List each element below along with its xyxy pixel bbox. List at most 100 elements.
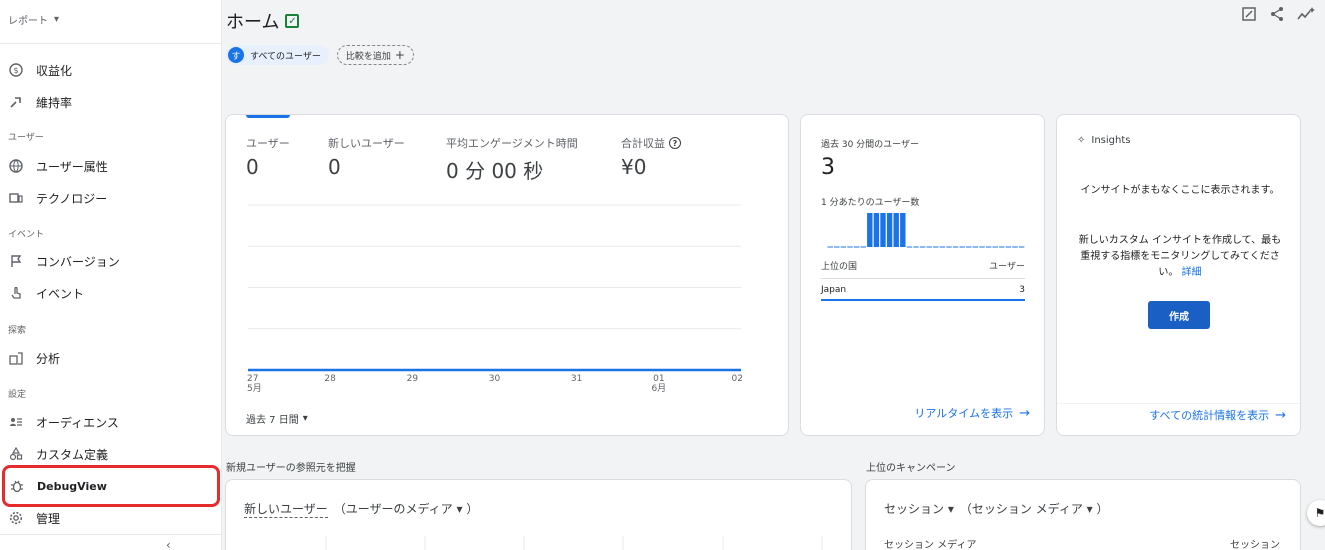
analysis-icon <box>8 350 24 366</box>
sidebar-item-label: 管理 <box>36 511 61 526</box>
insights-help-text: 新しいカスタム インサイトを作成して、最も重視する指標をモニタリングしてみてくだ… <box>1075 233 1285 281</box>
metric-dropdown[interactable]: セッション ▾ <box>884 500 954 517</box>
tab-indicator <box>246 115 290 118</box>
insights-sparkle-icon[interactable] <box>1297 6 1315 26</box>
sidebar-item-label: 収益化 <box>36 63 73 78</box>
metric-label: 平均エンゲージメント時間 <box>446 137 578 150</box>
section-title: 上位のキャンペーン <box>866 463 956 474</box>
sidebar-item-label: イベント <box>36 286 85 301</box>
sidebar-divider <box>0 534 221 535</box>
touch-icon <box>8 285 24 301</box>
arrow-right-icon: → <box>1275 407 1286 423</box>
page-title: ホーム ✓ <box>226 8 300 34</box>
sidebar-item-label: DebugView <box>37 479 107 493</box>
view-all-insights-link[interactable]: すべての統計情報を表示 → <box>1149 407 1286 423</box>
svg-text:$: $ <box>13 66 18 75</box>
sidebar-item-monetization[interactable]: $ 収益化 <box>6 56 216 84</box>
col-country: 上位の国 <box>821 262 858 272</box>
devices-icon <box>8 190 24 206</box>
feedback-icon[interactable]: ⚑ <box>1307 500 1325 526</box>
realtime-label: 過去 30 分間のユーザー <box>821 140 919 150</box>
sidebar-item-debugview[interactable]: DebugView <box>2 465 220 507</box>
metric-engagement-time[interactable]: 平均エンゲージメント時間 0 分 00 秒 <box>446 135 578 184</box>
sidebar-item-tech[interactable]: テクノロジー <box>6 184 216 212</box>
sidebar-item-label: コンバージョン <box>36 254 120 269</box>
edit-report-icon[interactable] <box>1241 6 1257 26</box>
metric-users[interactable]: ユーザー 0 <box>246 135 290 179</box>
share-icon[interactable] <box>1269 6 1285 26</box>
sidebar-item-custom-definitions[interactable]: カスタム定義 <box>6 440 216 468</box>
x-tick-label: 30 <box>488 374 501 384</box>
users-cell: 3 <box>1019 285 1025 295</box>
minute-bar <box>886 213 893 247</box>
date-range-dropdown[interactable]: 過去 7 日間 ▾ <box>246 411 308 426</box>
link-label: リアルタイムを表示 <box>914 407 1014 420</box>
sidebar-item-label: 維持率 <box>36 95 73 110</box>
metric-label: 合計収益 ? <box>621 135 681 151</box>
x-tick-label: 29 <box>406 374 419 384</box>
sidebar-item-events[interactable]: イベント <box>6 279 216 307</box>
section-event: イベント <box>8 230 45 240</box>
chip-label: すべてのユーザー <box>250 51 321 62</box>
sidebar-item-audiences[interactable]: オーディエンス <box>6 408 216 436</box>
dimension-selector[interactable]: 新しいユーザー （ユーザーのメディア ▾ ） <box>244 500 478 518</box>
header-actions <box>1241 6 1315 26</box>
sidebar-item-retention[interactable]: 維持率 <box>6 88 216 116</box>
sidebar-item-demographics[interactable]: ユーザー属性 <box>6 152 216 180</box>
metric-dropdown[interactable]: 新しいユーザー <box>244 500 328 518</box>
metric-revenue[interactable]: 合計収益 ? ¥0 <box>621 135 681 179</box>
new-user-source-card: 新しいユーザー （ユーザーのメディア ▾ ） <box>225 479 852 550</box>
add-comparison-chip[interactable]: 比較を追加 + <box>336 45 414 65</box>
realtime-table-header: 上位の国 ユーザー <box>821 259 1025 279</box>
sidebar-item-label: オーディエンス <box>36 415 119 430</box>
metric-label: ユーザー <box>246 137 290 150</box>
section-user: ユーザー <box>8 133 44 143</box>
sidebar-item-conversions[interactable]: コンバージョン <box>6 247 216 275</box>
metric-label: 新しいユーザー <box>328 137 405 150</box>
plus-icon: + <box>394 48 405 62</box>
sidebar-item-label: ユーザー属性 <box>36 159 108 174</box>
metric-value: 0 分 00 秒 <box>446 159 544 183</box>
collapse-chevron-icon[interactable]: ‹ <box>166 538 171 550</box>
insights-card: ✧ Insights インサイトがまもなくここに表示されます。 新しいカスタム … <box>1056 114 1301 436</box>
dimension-dropdown[interactable]: （セッション メディア ▾ ） <box>960 500 1109 517</box>
metric-value: 0 <box>246 155 259 179</box>
flag-icon <box>8 253 24 269</box>
report-dropdown[interactable]: レポート ▾ <box>8 12 59 27</box>
insights-empty-text: インサイトがまもなくここに表示されます。 <box>1080 185 1280 196</box>
all-users-chip[interactable]: す すべてのユーザー <box>226 45 329 65</box>
arrow-right-icon: → <box>1019 405 1030 421</box>
minute-bar <box>867 213 873 247</box>
metric-value: 0 <box>328 155 341 179</box>
sidebar-divider <box>0 43 221 44</box>
dimension-selector[interactable]: セッション ▾ （セッション メディア ▾ ） <box>884 500 1108 517</box>
report-label: レポート <box>8 16 48 27</box>
table-row: Japan 3 <box>821 285 1025 301</box>
metric-new-users[interactable]: 新しいユーザー 0 <box>328 135 405 179</box>
country-cell: Japan <box>821 285 847 295</box>
col-sessions: セッション <box>1230 540 1280 550</box>
bug-icon <box>9 478 25 494</box>
sidebar-item-admin[interactable]: 管理 <box>6 504 216 532</box>
create-insight-button[interactable]: 作成 <box>1148 301 1210 329</box>
x-tick-label: 01 6月 <box>651 374 667 394</box>
x-tick-label: 02 <box>731 374 743 384</box>
x-tick-label: 28 <box>324 374 336 384</box>
help-icon[interactable]: ? <box>669 137 681 149</box>
section-explore: 探索 <box>8 326 27 336</box>
metric-value: ¥0 <box>621 155 647 179</box>
avatar: す <box>228 47 244 63</box>
x-tick-label: 27 5月 <box>247 374 262 394</box>
dollar-circle-icon: $ <box>8 62 24 78</box>
learn-more-link[interactable]: 詳細 <box>1182 267 1202 278</box>
minute-bar <box>893 213 899 247</box>
overview-card: ユーザー 0 新しいユーザー 0 平均エンゲージメント時間 0 分 00 秒 合… <box>225 114 789 436</box>
sidebar-item-label: 分析 <box>36 351 61 366</box>
col-users: ユーザー <box>989 262 1025 272</box>
audience-icon <box>8 414 24 430</box>
metric-label-text: 合計収益 <box>621 137 665 150</box>
view-realtime-link[interactable]: リアルタイムを表示 → <box>914 405 1030 421</box>
caret-down-icon: ▾ <box>302 413 308 424</box>
sidebar-item-analysis[interactable]: 分析 <box>6 344 216 372</box>
dimension-dropdown[interactable]: （ユーザーのメディア ▾ ） <box>334 500 479 518</box>
